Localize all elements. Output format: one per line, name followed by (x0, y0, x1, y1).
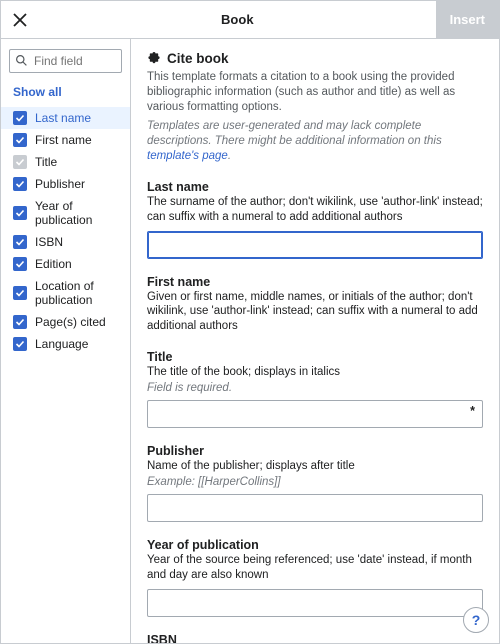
template-note: Templates are user-generated and may lac… (147, 119, 483, 164)
checkbox-icon (13, 177, 27, 191)
field-label: Title (147, 350, 483, 364)
sidebar-item-pages[interactable]: Page(s) cited (1, 311, 130, 333)
sidebar-item-label: Last name (35, 111, 91, 125)
puzzle-icon (147, 52, 161, 66)
sidebar-item-first-name[interactable]: First name (1, 129, 130, 151)
search-wrapper (9, 49, 122, 73)
title-input[interactable] (147, 400, 483, 428)
sidebar-item-label: Year of publication (35, 199, 118, 227)
sidebar-item-isbn[interactable]: ISBN (1, 231, 130, 253)
checkbox-icon (13, 315, 27, 329)
dialog-title: Book (39, 12, 436, 27)
sidebar-item-label: Language (35, 337, 88, 351)
insert-button[interactable]: Insert (436, 1, 499, 39)
template-description: This template formats a citation to a bo… (147, 70, 483, 115)
checkbox-icon (13, 155, 27, 169)
checkbox-icon (13, 337, 27, 351)
template-heading: Cite book (147, 51, 483, 66)
field-last-name: Last name The surname of the author; don… (147, 180, 483, 259)
checkbox-icon (13, 111, 27, 125)
sidebar-item-last-name[interactable]: Last name (1, 107, 130, 129)
main-panel: Cite book This template formats a citati… (131, 39, 499, 643)
sidebar-item-label: Page(s) cited (35, 315, 106, 329)
show-all-link[interactable]: Show all (1, 81, 130, 103)
search-icon (15, 54, 28, 67)
field-label: ISBN (147, 633, 483, 643)
field-title: Title The title of the book; displays in… (147, 350, 483, 428)
template-page-link[interactable]: template's page (147, 150, 228, 162)
dialog-header: Book Insert (1, 1, 499, 39)
field-label: Publisher (147, 444, 483, 458)
field-desc: The surname of the author; don't wikilin… (147, 195, 483, 225)
publisher-input[interactable] (147, 494, 483, 522)
field-label: Year of publication (147, 538, 483, 552)
checkbox-icon (13, 206, 27, 220)
field-label: First name (147, 275, 483, 289)
sidebar-item-label: Edition (35, 257, 72, 271)
sidebar: Show all Last name First name Title Publ… (1, 39, 131, 643)
field-first-name: First name Given or first name, middle n… (147, 275, 483, 335)
checkbox-icon (13, 235, 27, 249)
field-desc: The title of the book; displays in itali… (147, 365, 483, 380)
sidebar-item-label: Location of publication (35, 279, 118, 307)
sidebar-item-language[interactable]: Language (1, 333, 130, 355)
sidebar-item-publisher[interactable]: Publisher (1, 173, 130, 195)
template-name: Cite book (167, 51, 229, 66)
sidebar-item-label: ISBN (35, 235, 63, 249)
field-desc: Year of the source being referenced; use… (147, 553, 483, 583)
year-input[interactable] (147, 589, 483, 617)
field-required-note: Field is required. (147, 382, 483, 394)
field-year: Year of publication Year of the source b… (147, 538, 483, 617)
sidebar-item-label: Title (35, 155, 57, 169)
template-dialog: Book Insert Show all Last name First nam… (0, 0, 500, 644)
sidebar-item-title[interactable]: Title (1, 151, 130, 173)
checkbox-icon (13, 286, 27, 300)
close-button[interactable] (1, 1, 39, 39)
sidebar-item-label: First name (35, 133, 92, 147)
checkbox-icon (13, 257, 27, 271)
help-button[interactable]: ? (463, 607, 489, 633)
field-desc: Name of the publisher; displays after ti… (147, 459, 483, 474)
sidebar-item-edition[interactable]: Edition (1, 253, 130, 275)
field-isbn: ISBN International Standard Book Number;… (147, 633, 483, 643)
checkbox-icon (13, 133, 27, 147)
close-icon (13, 13, 27, 27)
sidebar-item-label: Publisher (35, 177, 85, 191)
field-label: Last name (147, 180, 483, 194)
sidebar-item-location[interactable]: Location of publication (1, 275, 130, 311)
dialog-body: Show all Last name First name Title Publ… (1, 39, 499, 643)
field-example: Example: [[HarperCollins]] (147, 476, 483, 488)
sidebar-item-year[interactable]: Year of publication (1, 195, 130, 231)
field-desc: Given or first name, middle names, or in… (147, 290, 483, 335)
field-publisher: Publisher Name of the publisher; display… (147, 444, 483, 522)
last-name-input[interactable] (147, 231, 483, 259)
